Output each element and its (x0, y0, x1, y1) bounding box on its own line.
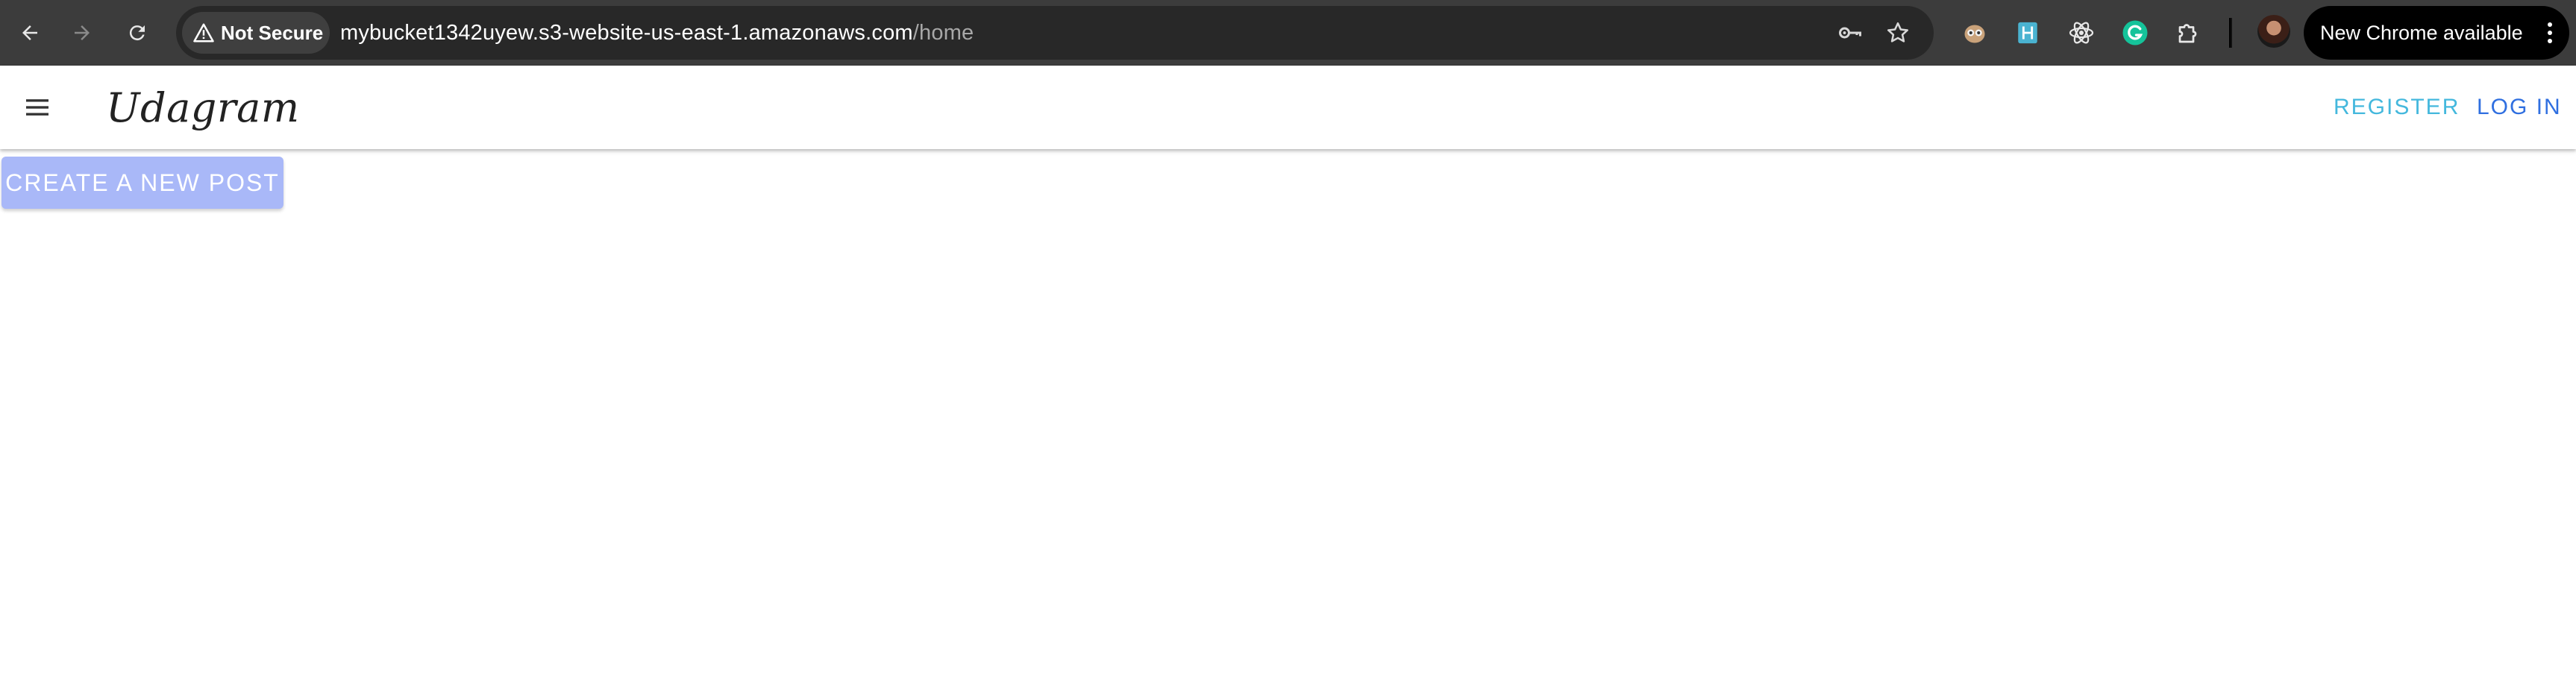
login-link[interactable]: LOG IN (2477, 88, 2562, 127)
h-extension-button[interactable] (2010, 15, 2046, 51)
hamburger-icon (26, 99, 48, 116)
url-path: /home (912, 20, 974, 45)
puzzle-icon (2178, 24, 2197, 43)
password-key-button[interactable] (1837, 19, 1864, 46)
reload-icon (129, 25, 145, 41)
forward-icon (75, 25, 90, 40)
url-text[interactable]: mybucket1342uyew.s3-website-us-east-1.am… (340, 6, 974, 60)
browser-toolbar: Not Secure mybucket1342uyew.s3-website-u… (0, 0, 2576, 66)
toolbar-divider (2229, 18, 2232, 48)
extensions-button[interactable] (2171, 15, 2207, 51)
star-icon (1887, 22, 1909, 43)
menu-button[interactable] (16, 89, 58, 125)
h-extension-icon (2018, 22, 2037, 44)
back-button[interactable] (12, 15, 48, 51)
address-bar[interactable]: Not Secure mybucket1342uyew.s3-website-u… (176, 6, 1934, 60)
owl-extension-button[interactable] (1957, 15, 1993, 51)
more-vert-icon[interactable] (2542, 19, 2557, 46)
bookmark-star-button[interactable] (1884, 19, 1911, 46)
security-label: Not Secure (221, 21, 324, 44)
create-post-button[interactable]: CREATE A NEW POST (1, 157, 283, 209)
grammarly-extension-button[interactable] (2117, 15, 2153, 51)
chrome-update-button[interactable]: New Chrome available (2304, 6, 2569, 60)
app-header: Udagram REGISTER LOG IN (0, 66, 2576, 149)
back-icon (22, 25, 37, 40)
grammarly-extension-icon (2122, 20, 2148, 45)
react-extension-icon (2069, 22, 2094, 44)
react-extension-button[interactable] (2063, 15, 2099, 51)
forward-button[interactable] (64, 15, 100, 51)
key-icon (1839, 27, 1861, 39)
warning-icon (193, 23, 214, 43)
update-label: New Chrome available (2320, 21, 2523, 44)
profile-avatar[interactable] (2257, 15, 2290, 48)
security-chip[interactable]: Not Secure (182, 12, 330, 54)
owl-extension-icon (1964, 25, 1985, 43)
register-link[interactable]: REGISTER (2334, 88, 2460, 127)
url-host: mybucket1342uyew.s3-website-us-east-1.am… (340, 20, 913, 45)
reload-button[interactable] (119, 15, 155, 51)
brand-logo[interactable]: Udagram (106, 79, 300, 136)
